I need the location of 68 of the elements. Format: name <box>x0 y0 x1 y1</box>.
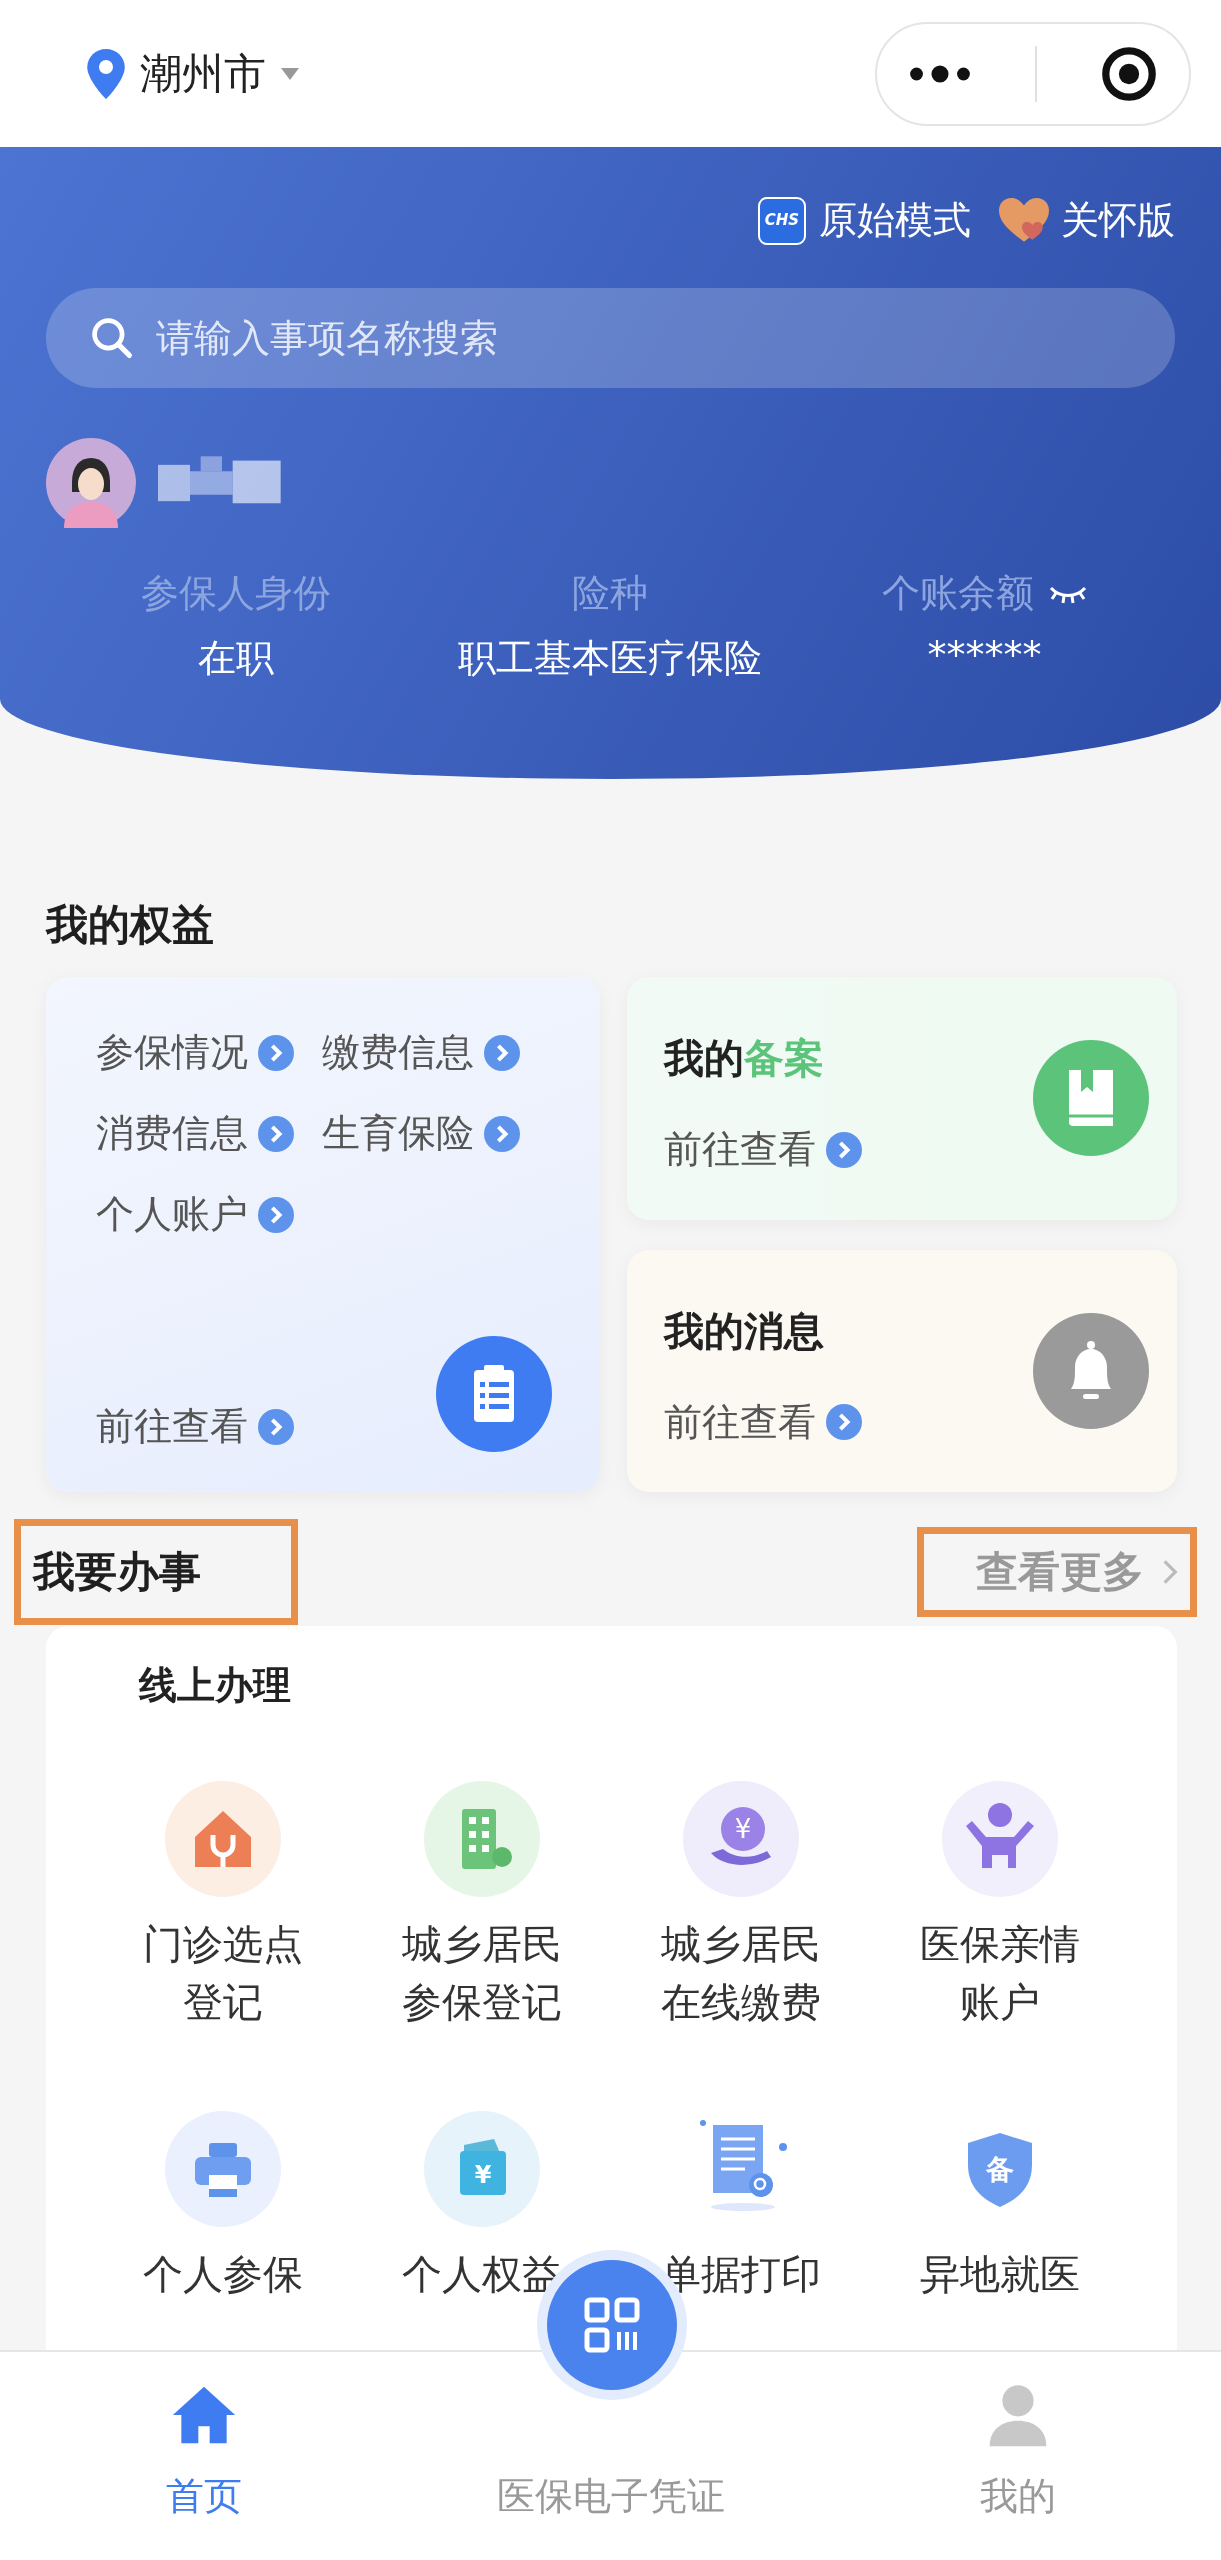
more-icon[interactable] <box>908 64 973 83</box>
service-item[interactable]: 门诊选点 登记 <box>93 1781 353 2031</box>
mode-link[interactable]: 原始模式 <box>819 195 971 247</box>
benefit-link[interactable]: 参保情况 <box>96 1027 248 1078</box>
info-card[interactable]: 我的备案 前往查看 <box>627 977 1177 1220</box>
view-link[interactable]: 前往查看 <box>664 1124 816 1176</box>
child-icon <box>942 1781 1059 1897</box>
stat-label: 参保人身份 <box>141 570 331 618</box>
search-field[interactable]: 请输入事项名称搜索 <box>154 315 1131 362</box>
bell-icon <box>1033 1312 1149 1429</box>
search-bar[interactable]: 请输入事项名称搜索 <box>46 288 1175 389</box>
chevron-icon <box>258 1034 294 1071</box>
service-item[interactable]: 医保亲情 账户 <box>870 1781 1130 2031</box>
clipboard-icon <box>436 1336 552 1452</box>
chevron-icon <box>484 1034 520 1071</box>
service-item[interactable]: 备 异地就医 <box>870 2111 1130 2303</box>
close-icon[interactable] <box>1099 44 1158 103</box>
service-item[interactable]: ¥ 城乡居民 在线缴费 <box>611 1781 871 2031</box>
benefit-link[interactable]: 缴费信息 <box>322 1027 474 1078</box>
info-card[interactable]: 我的消息 前往查看 <box>627 1249 1177 1492</box>
benefit-link[interactable]: 生育保险 <box>322 1108 474 1159</box>
location-pin-icon <box>86 48 126 99</box>
card-title: 我的备案 <box>664 1034 825 1084</box>
service-label: 个人参保 <box>142 2250 303 2299</box>
benefit-link[interactable]: 消费信息 <box>96 1108 248 1159</box>
view-link[interactable]: 前往查看 <box>664 1396 816 1448</box>
section-title: 我要办事 <box>14 1519 298 1625</box>
stat-value: 职工基本医疗保险 <box>458 635 762 683</box>
group-title: 线上办理 <box>139 1662 292 1709</box>
tab[interactable]: 首页 <box>0 2352 407 2560</box>
chevron-icon <box>258 1196 294 1233</box>
chevron-icon <box>258 1115 294 1152</box>
service-item[interactable]: 城乡居民 参保登记 <box>352 1781 612 2031</box>
service-label: 城乡居民 <box>661 1920 822 1969</box>
service-label: 医保亲情 <box>920 1920 1081 1969</box>
service-label: 账户 <box>960 1978 1041 2027</box>
service-label: 门诊选点 <box>142 1920 303 1969</box>
section-title: 我的权益 <box>46 899 215 951</box>
service-label: 异地就医 <box>920 2250 1081 2299</box>
stat-value: ****** <box>927 633 1042 678</box>
chevron-icon <box>258 1408 294 1445</box>
wallet-icon: ¥ <box>423 2111 540 2227</box>
coin-icon: ¥ <box>683 1781 800 1897</box>
service-label: 登记 <box>182 1978 263 2027</box>
chevron-icon <box>484 1115 520 1152</box>
city-name[interactable]: 潮州市 <box>140 45 266 102</box>
building-icon <box>423 1781 540 1897</box>
service-label: 城乡居民 <box>401 1920 562 1969</box>
clinic-icon <box>164 1781 281 1897</box>
search-icon <box>90 316 134 361</box>
avatar-icon <box>46 438 136 529</box>
logo-icon[interactable]: CHS <box>757 196 807 245</box>
mode-link[interactable]: 关怀版 <box>1061 195 1175 247</box>
chevron-icon <box>826 1131 862 1168</box>
caret-icon[interactable] <box>280 67 300 80</box>
chevron-icon <box>1162 1558 1178 1586</box>
stat-label: 险种 <box>572 570 648 618</box>
service-label: 参保登记 <box>401 1978 562 2027</box>
printer-icon <box>164 2111 281 2227</box>
service-item[interactable]: 个人参保 <box>93 2111 353 2303</box>
benefit-link[interactable]: 个人账户 <box>96 1189 248 1240</box>
book-icon <box>1033 1040 1149 1157</box>
stat-label: 个账余额 <box>881 570 1034 618</box>
view-link[interactable]: 前往查看 <box>96 1401 248 1452</box>
card-title: 我的消息 <box>664 1306 825 1356</box>
stat-value: 在职 <box>198 635 274 683</box>
service-label: 在线缴费 <box>661 1978 822 2027</box>
chevron-icon <box>826 1404 862 1441</box>
